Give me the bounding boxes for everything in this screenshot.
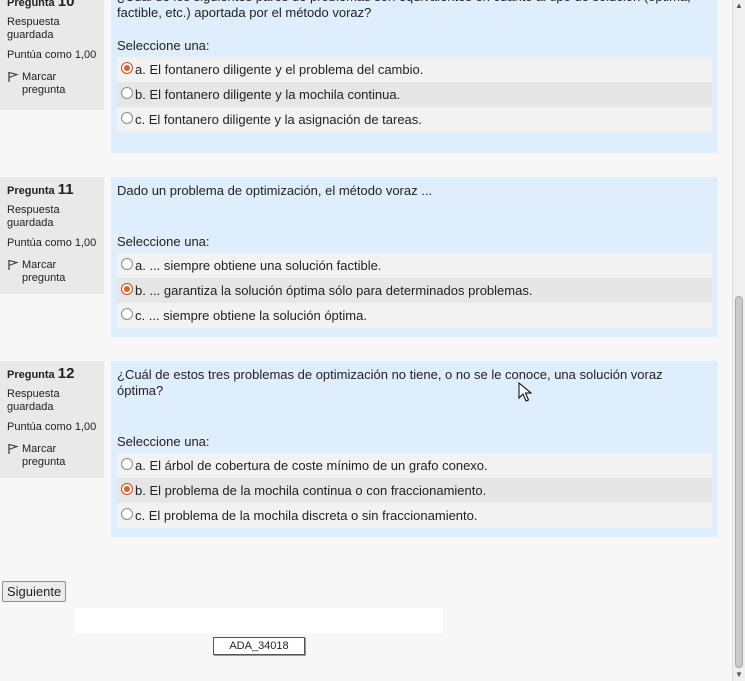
question-grade: Puntúa como 1,00 [7,421,97,433]
answer-option-a[interactable]: a. El árbol de cobertura de coste mínimo… [117,453,712,478]
question-info: Pregunta 10 Respuesta guardada Puntúa co… [0,0,104,110]
radio-button[interactable] [121,111,133,124]
answer-option-c[interactable]: c. El problema de la mochila discreta o … [117,503,712,528]
scroll-up-arrow-icon[interactable]: ▲ [733,0,745,12]
question-state: Respuesta guardada [7,388,60,413]
mouse-cursor-icon [518,382,532,402]
question-number: 12 [57,365,75,382]
quiz-page: Pregunta 10 Respuesta guardada Puntúa co… [0,0,732,681]
answer-label: b. El problema de la mochila continua o … [135,483,487,498]
question-info: Pregunta 12 Respuesta guardada Puntúa co… [0,361,104,478]
flag-icon [8,259,19,270]
answer-prompt: Seleccione una: [117,434,210,449]
answer-list: a. El fontanero diligente y el problema … [117,57,712,132]
answer-label: c. El problema de la mochila discreta o … [135,508,478,523]
flag-icon [8,71,19,82]
answer-label: a. El árbol de cobertura de coste mínimo… [135,458,488,473]
radio-button[interactable] [121,507,133,520]
flag-question-label: Marcar pregunta [22,259,66,284]
answer-list: a. El árbol de cobertura de coste mínimo… [117,453,712,528]
radio-button-checked[interactable] [121,61,133,74]
question-state: Respuesta guardada [7,16,60,41]
answer-list: a. ... siempre obtiene una solución fact… [117,253,712,328]
answer-option-b[interactable]: b. El problema de la mochila continua o … [117,478,712,503]
answer-option-a[interactable]: a. El fontanero diligente y el problema … [117,57,712,82]
flag-question-label: Marcar pregunta [22,71,66,96]
scroll-down-arrow-icon[interactable]: ▼ [733,669,745,681]
flag-icon [8,443,19,454]
answer-option-b[interactable]: b. El fontanero diligente y la mochila c… [117,82,712,107]
answer-prompt: Seleccione una: [117,38,210,53]
question-label: Pregunta [7,185,55,197]
question-label: Pregunta [7,0,55,9]
question-state: Respuesta guardada [7,204,60,229]
question-grade: Puntúa como 1,00 [7,49,97,61]
answer-label: c. ... siempre obtiene la solución óptim… [135,308,367,323]
flag-question-link[interactable]: Marcar pregunta [7,259,97,285]
answer-option-c[interactable]: c. ... siempre obtiene la solución óptim… [117,303,712,328]
question-content: ¿Cuál de estos tres problemas de optimiz… [111,361,718,537]
blank-field [75,608,443,634]
answer-option-c[interactable]: c. El fontanero diligente y la asignació… [117,107,712,132]
flag-question-label: Marcar pregunta [22,443,66,468]
answer-option-a[interactable]: a. ... siempre obtiene una solución fact… [117,253,712,278]
question-number: 11 [57,181,74,198]
question-text: ¿Cuál de estos tres problemas de optimiz… [117,367,663,398]
question-content: ¿Cuál de los siguientes pares de problem… [111,0,718,153]
question-text: ¿Cuál de los siguientes pares de problem… [117,0,691,20]
question-grade: Puntúa como 1,00 [7,237,97,249]
answer-label: a. ... siempre obtiene una solución fact… [135,258,382,273]
radio-button[interactable] [121,86,133,99]
answer-prompt: Seleccione una: [117,234,210,249]
question-content: Dado un problema de optimización, el mét… [111,177,718,337]
radio-button[interactable] [121,307,133,320]
radio-button[interactable] [121,257,133,270]
answer-option-b[interactable]: b. ... garantiza la solución óptima sólo… [117,278,712,303]
answer-label: c. El fontanero diligente y la asignació… [135,112,422,127]
scrollbar-thumb[interactable] [735,296,743,668]
next-button[interactable]: Siguiente [2,581,67,602]
footer-code: ADA_34018 [213,637,305,655]
radio-button-checked[interactable] [121,282,133,295]
radio-button[interactable] [121,457,133,470]
answer-label: a. El fontanero diligente y el problema … [135,62,424,77]
question-text: Dado un problema de optimización, el mét… [117,183,433,198]
vertical-scrollbar[interactable]: ▲ ▼ [732,0,745,681]
flag-question-link[interactable]: Marcar pregunta [7,443,97,469]
answer-label: b. El fontanero diligente y la mochila c… [135,87,401,102]
flag-question-link[interactable]: Marcar pregunta [7,71,97,97]
question-label: Pregunta [7,369,55,381]
question-info: Pregunta 11 Respuesta guardada Puntúa co… [0,177,104,294]
radio-button-checked[interactable] [121,482,133,495]
answer-label: b. ... garantiza la solución óptima sólo… [135,283,533,298]
question-number: 10 [57,0,75,10]
